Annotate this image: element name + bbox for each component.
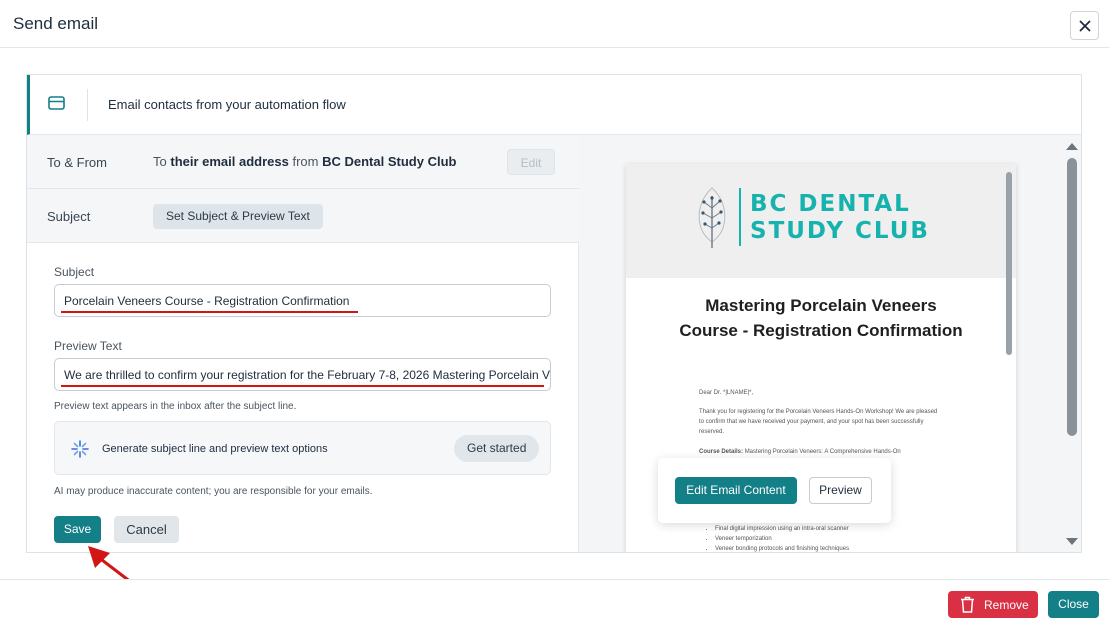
email-greeting: Dear Dr. *|LNAME|*, [699, 390, 754, 396]
ai-generate-box: Generate subject line and preview text o… [54, 421, 551, 475]
list-item: Veneer bonding protocols and finishing t… [715, 544, 939, 552]
annotation-underline-subject [61, 311, 358, 313]
to-prefix: To [153, 154, 167, 169]
get-started-button[interactable]: Get started [454, 435, 540, 462]
cancel-button[interactable]: Cancel [114, 516, 179, 543]
to-from-label: To & From [47, 155, 107, 170]
email-action-panel: Email contacts from your automation flow… [26, 74, 1082, 553]
close-icon [1079, 20, 1090, 31]
preview-text-label: Preview Text [54, 339, 122, 353]
logo-divider [739, 188, 741, 246]
scroll-down-arrow-icon[interactable] [1066, 538, 1078, 545]
close-modal-button[interactable] [1070, 11, 1099, 40]
email-intro: Thank you for registering for the Porcel… [699, 409, 938, 435]
header-divider [87, 89, 88, 121]
scroll-up-arrow-icon[interactable] [1066, 143, 1078, 150]
preview-actions-card: Edit Email Content Preview [658, 458, 891, 523]
from-name: BC Dental Study Club [322, 154, 457, 169]
list-item: Final digital impression using an intra-… [715, 524, 939, 534]
email-banner: BC DENTAL STUDY CLUB [626, 164, 1016, 278]
logo-line-1: BC DENTAL [750, 191, 911, 217]
edit-to-from-button[interactable]: Edit [507, 149, 555, 175]
remove-label: Remove [984, 598, 1029, 612]
modal-title: Send email [13, 14, 99, 33]
close-button[interactable]: Close [1048, 591, 1099, 618]
sparkle-icon [71, 440, 89, 458]
tree-logo-icon [698, 187, 726, 248]
preview-hint: Preview text appears in the inbox after … [54, 401, 297, 412]
generate-text: Generate subject line and preview text o… [102, 443, 328, 455]
save-button[interactable]: Save [54, 516, 101, 543]
scrollbar-thumb[interactable] [1067, 158, 1077, 436]
preview-inner-scrollbar[interactable] [1006, 172, 1012, 355]
panel-header: Email contacts from your automation flow [27, 75, 1081, 135]
preview-text-value: We are thrilled to confirm your registra… [64, 368, 550, 382]
ai-disclaimer: AI may produce inaccurate content; you a… [54, 486, 373, 497]
settings-column: To & From To their email address from BC… [27, 135, 579, 552]
trash-icon [961, 596, 974, 613]
to-target: their email address [170, 154, 289, 169]
to-from-summary: To their email address from BC Dental St… [153, 154, 456, 169]
remove-button[interactable]: Remove [948, 591, 1038, 618]
set-subject-button[interactable]: Set Subject & Preview Text [153, 204, 323, 229]
from-prefix: from [292, 154, 319, 169]
edit-email-content-button[interactable]: Edit Email Content [675, 477, 797, 504]
course-details-value: Mastering Porcelain Veneers: A Comprehen… [744, 449, 901, 455]
email-course-details: Course Details: Mastering Porcelain Vene… [699, 447, 939, 457]
brand-logo-text: BC DENTAL STUDY CLUB [750, 191, 930, 245]
list-item: Veneer temporization [715, 534, 939, 544]
subject-field-label: Subject [54, 265, 95, 279]
email-bullet-list: Final digital impression using an intra-… [699, 524, 939, 552]
email-preview-pane: BC DENTAL STUDY CLUB Mastering Porcelain… [579, 135, 1081, 552]
email-title: Mastering Porcelain Veneers Course - Reg… [679, 296, 963, 340]
logo-line-2: STUDY CLUB [750, 218, 930, 244]
subject-row-label: Subject [47, 209, 91, 224]
annotation-underline-preview [61, 385, 544, 387]
subject-input-value: Porcelain Veneers Course - Registration … [64, 294, 350, 308]
subject-row: Subject Set Subject & Preview Text [27, 189, 579, 243]
modal-footer: Remove Close [0, 579, 1109, 627]
course-details-label: Course Details: [699, 449, 744, 455]
to-from-row: To & From To their email address from BC… [27, 135, 579, 189]
preview-button[interactable]: Preview [809, 477, 872, 504]
modal-header: Send email [0, 0, 1109, 48]
envelope-icon [48, 96, 65, 110]
panel-header-title: Email contacts from your automation flow [108, 97, 346, 112]
